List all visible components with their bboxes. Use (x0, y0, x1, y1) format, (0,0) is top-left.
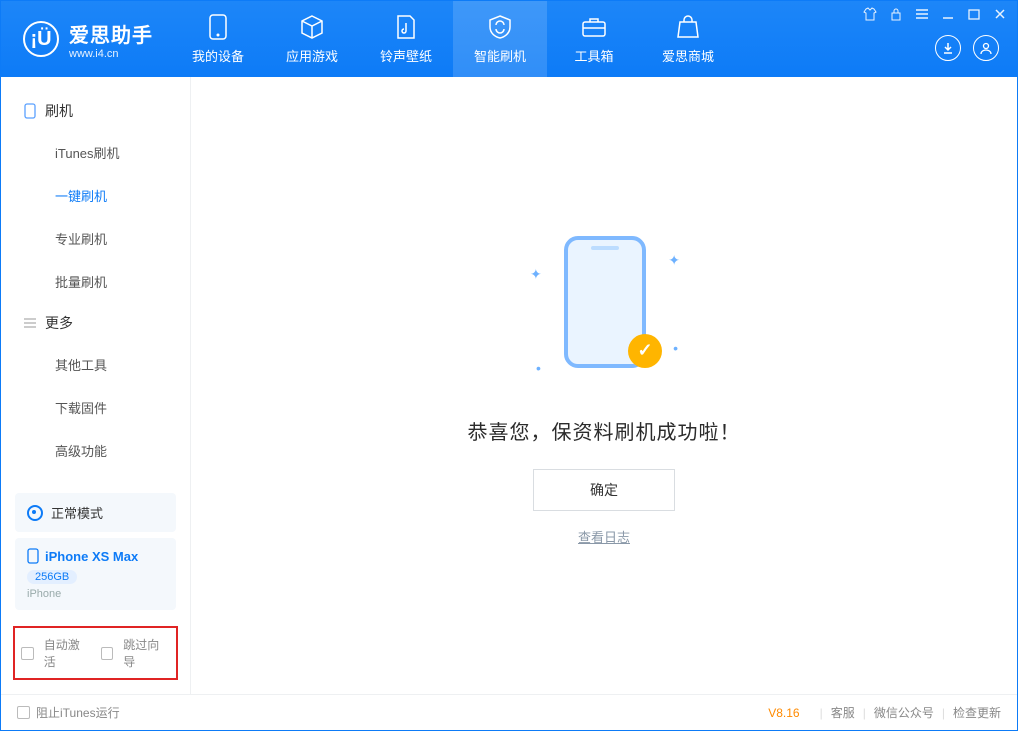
refresh-shield-icon (487, 14, 513, 40)
bag-icon (675, 14, 701, 40)
sidebar-group-more[interactable]: 更多 (1, 303, 190, 343)
app-window: ¡Ü 爱思助手 www.i4.cn 我的设备 应用游戏 铃声壁纸 智能刷机 (0, 0, 1018, 731)
nav-label: 智能刷机 (474, 46, 526, 65)
nav-label: 爱思商城 (662, 46, 714, 65)
checkbox-auto-activate[interactable] (21, 647, 34, 660)
titlebar: ¡Ü 爱思助手 www.i4.cn 我的设备 应用游戏 铃声壁纸 智能刷机 (1, 1, 1017, 77)
device-icon (205, 14, 231, 40)
success-illustration: ✓ ✦ ✦ • • (524, 226, 684, 386)
music-file-icon (393, 14, 419, 40)
nav-ringtone-wallpaper[interactable]: 铃声壁纸 (359, 1, 453, 77)
device-capacity: 256GB (27, 570, 77, 584)
sidebar-item-download-firmware[interactable]: 下载固件 (1, 386, 190, 429)
device-type: iPhone (27, 588, 164, 600)
list-icon (23, 316, 37, 330)
close-icon[interactable] (993, 7, 1007, 21)
lock-icon[interactable] (889, 7, 903, 21)
top-nav: 我的设备 应用游戏 铃声壁纸 智能刷机 工具箱 爱思商城 (171, 1, 735, 77)
main-content: ✓ ✦ ✦ • • 恭喜您，保资料刷机成功啦！ 确定 查看日志 (191, 77, 1017, 694)
sidebar-item-advanced[interactable]: 高级功能 (1, 429, 190, 472)
cube-icon (299, 14, 325, 40)
sidebar-bottom-highlight: 自动激活 跳过向导 (13, 626, 178, 680)
minimize-icon[interactable] (941, 7, 955, 21)
device-mode[interactable]: 正常模式 (15, 493, 176, 532)
ok-button[interactable]: 确定 (533, 469, 675, 511)
sidebar-group-label: 更多 (45, 313, 73, 333)
body: 刷机 iTunes刷机 一键刷机 专业刷机 批量刷机 更多 其他工具 下载固件 … (1, 77, 1017, 694)
sidebar-item-oneclick-flash[interactable]: 一键刷机 (1, 174, 190, 217)
profile-button[interactable] (973, 35, 999, 61)
footer-label: 阻止iTunes运行 (36, 704, 120, 721)
sidebar-item-batch-flash[interactable]: 批量刷机 (1, 260, 190, 303)
download-button[interactable] (935, 35, 961, 61)
view-log-link[interactable]: 查看日志 (578, 527, 630, 546)
checkbox-label: 自动激活 (44, 636, 91, 670)
sidebar-group-flash[interactable]: 刷机 (1, 91, 190, 131)
app-name: 爱思助手 (69, 19, 153, 48)
sidebar-item-itunes-flash[interactable]: iTunes刷机 (1, 131, 190, 174)
nav-smart-flash[interactable]: 智能刷机 (453, 1, 547, 77)
nav-label: 我的设备 (192, 46, 244, 65)
nav-apps-games[interactable]: 应用游戏 (265, 1, 359, 77)
footer-link-wechat[interactable]: 微信公众号 (874, 704, 934, 721)
sidebar-item-pro-flash[interactable]: 专业刷机 (1, 217, 190, 260)
device-name: iPhone XS Max (27, 548, 164, 564)
nav-label: 铃声壁纸 (380, 46, 432, 65)
nav-label: 应用游戏 (286, 46, 338, 65)
user-controls (935, 35, 1007, 71)
device-card[interactable]: iPhone XS Max 256GB iPhone (15, 538, 176, 610)
footer-link-support[interactable]: 客服 (831, 704, 855, 721)
shirt-icon[interactable] (863, 7, 877, 21)
checkbox-block-itunes[interactable] (17, 706, 30, 719)
check-badge-icon: ✓ (628, 334, 662, 368)
nav-label: 工具箱 (574, 46, 613, 65)
checkbox-skip-guide[interactable] (101, 647, 114, 660)
logo-icon: ¡Ü (23, 21, 59, 57)
maximize-icon[interactable] (967, 7, 981, 21)
sparkle-icon: ✦ (530, 266, 542, 283)
titlebar-right (853, 1, 1017, 77)
nav-store[interactable]: 爱思商城 (641, 1, 735, 77)
sparkle-icon: • (673, 340, 678, 356)
toolbox-icon (581, 14, 607, 40)
menu-icon[interactable] (915, 7, 929, 21)
logo: ¡Ü 爱思助手 www.i4.cn (1, 1, 171, 77)
phone-icon (23, 104, 37, 118)
sidebar-group-label: 刷机 (45, 101, 73, 121)
nav-my-device[interactable]: 我的设备 (171, 1, 265, 77)
footer-link-update[interactable]: 检查更新 (953, 704, 1001, 721)
mode-icon (27, 505, 43, 521)
sidebar: 刷机 iTunes刷机 一键刷机 专业刷机 批量刷机 更多 其他工具 下载固件 … (1, 77, 191, 694)
phone-small-icon (27, 548, 39, 564)
nav-toolbox[interactable]: 工具箱 (547, 1, 641, 77)
mode-label: 正常模式 (51, 503, 103, 522)
checkbox-label: 跳过向导 (123, 636, 170, 670)
app-url: www.i4.cn (69, 48, 153, 60)
sidebar-item-other-tools[interactable]: 其他工具 (1, 343, 190, 386)
sparkle-icon: • (536, 360, 541, 376)
window-controls (863, 7, 1007, 21)
success-message: 恭喜您，保资料刷机成功啦！ (468, 416, 741, 445)
sparkle-icon: ✦ (668, 252, 680, 269)
footer: 阻止iTunes运行 V8.16 | 客服 | 微信公众号 | 检查更新 (1, 694, 1017, 730)
version-label: V8.16 (768, 706, 799, 720)
